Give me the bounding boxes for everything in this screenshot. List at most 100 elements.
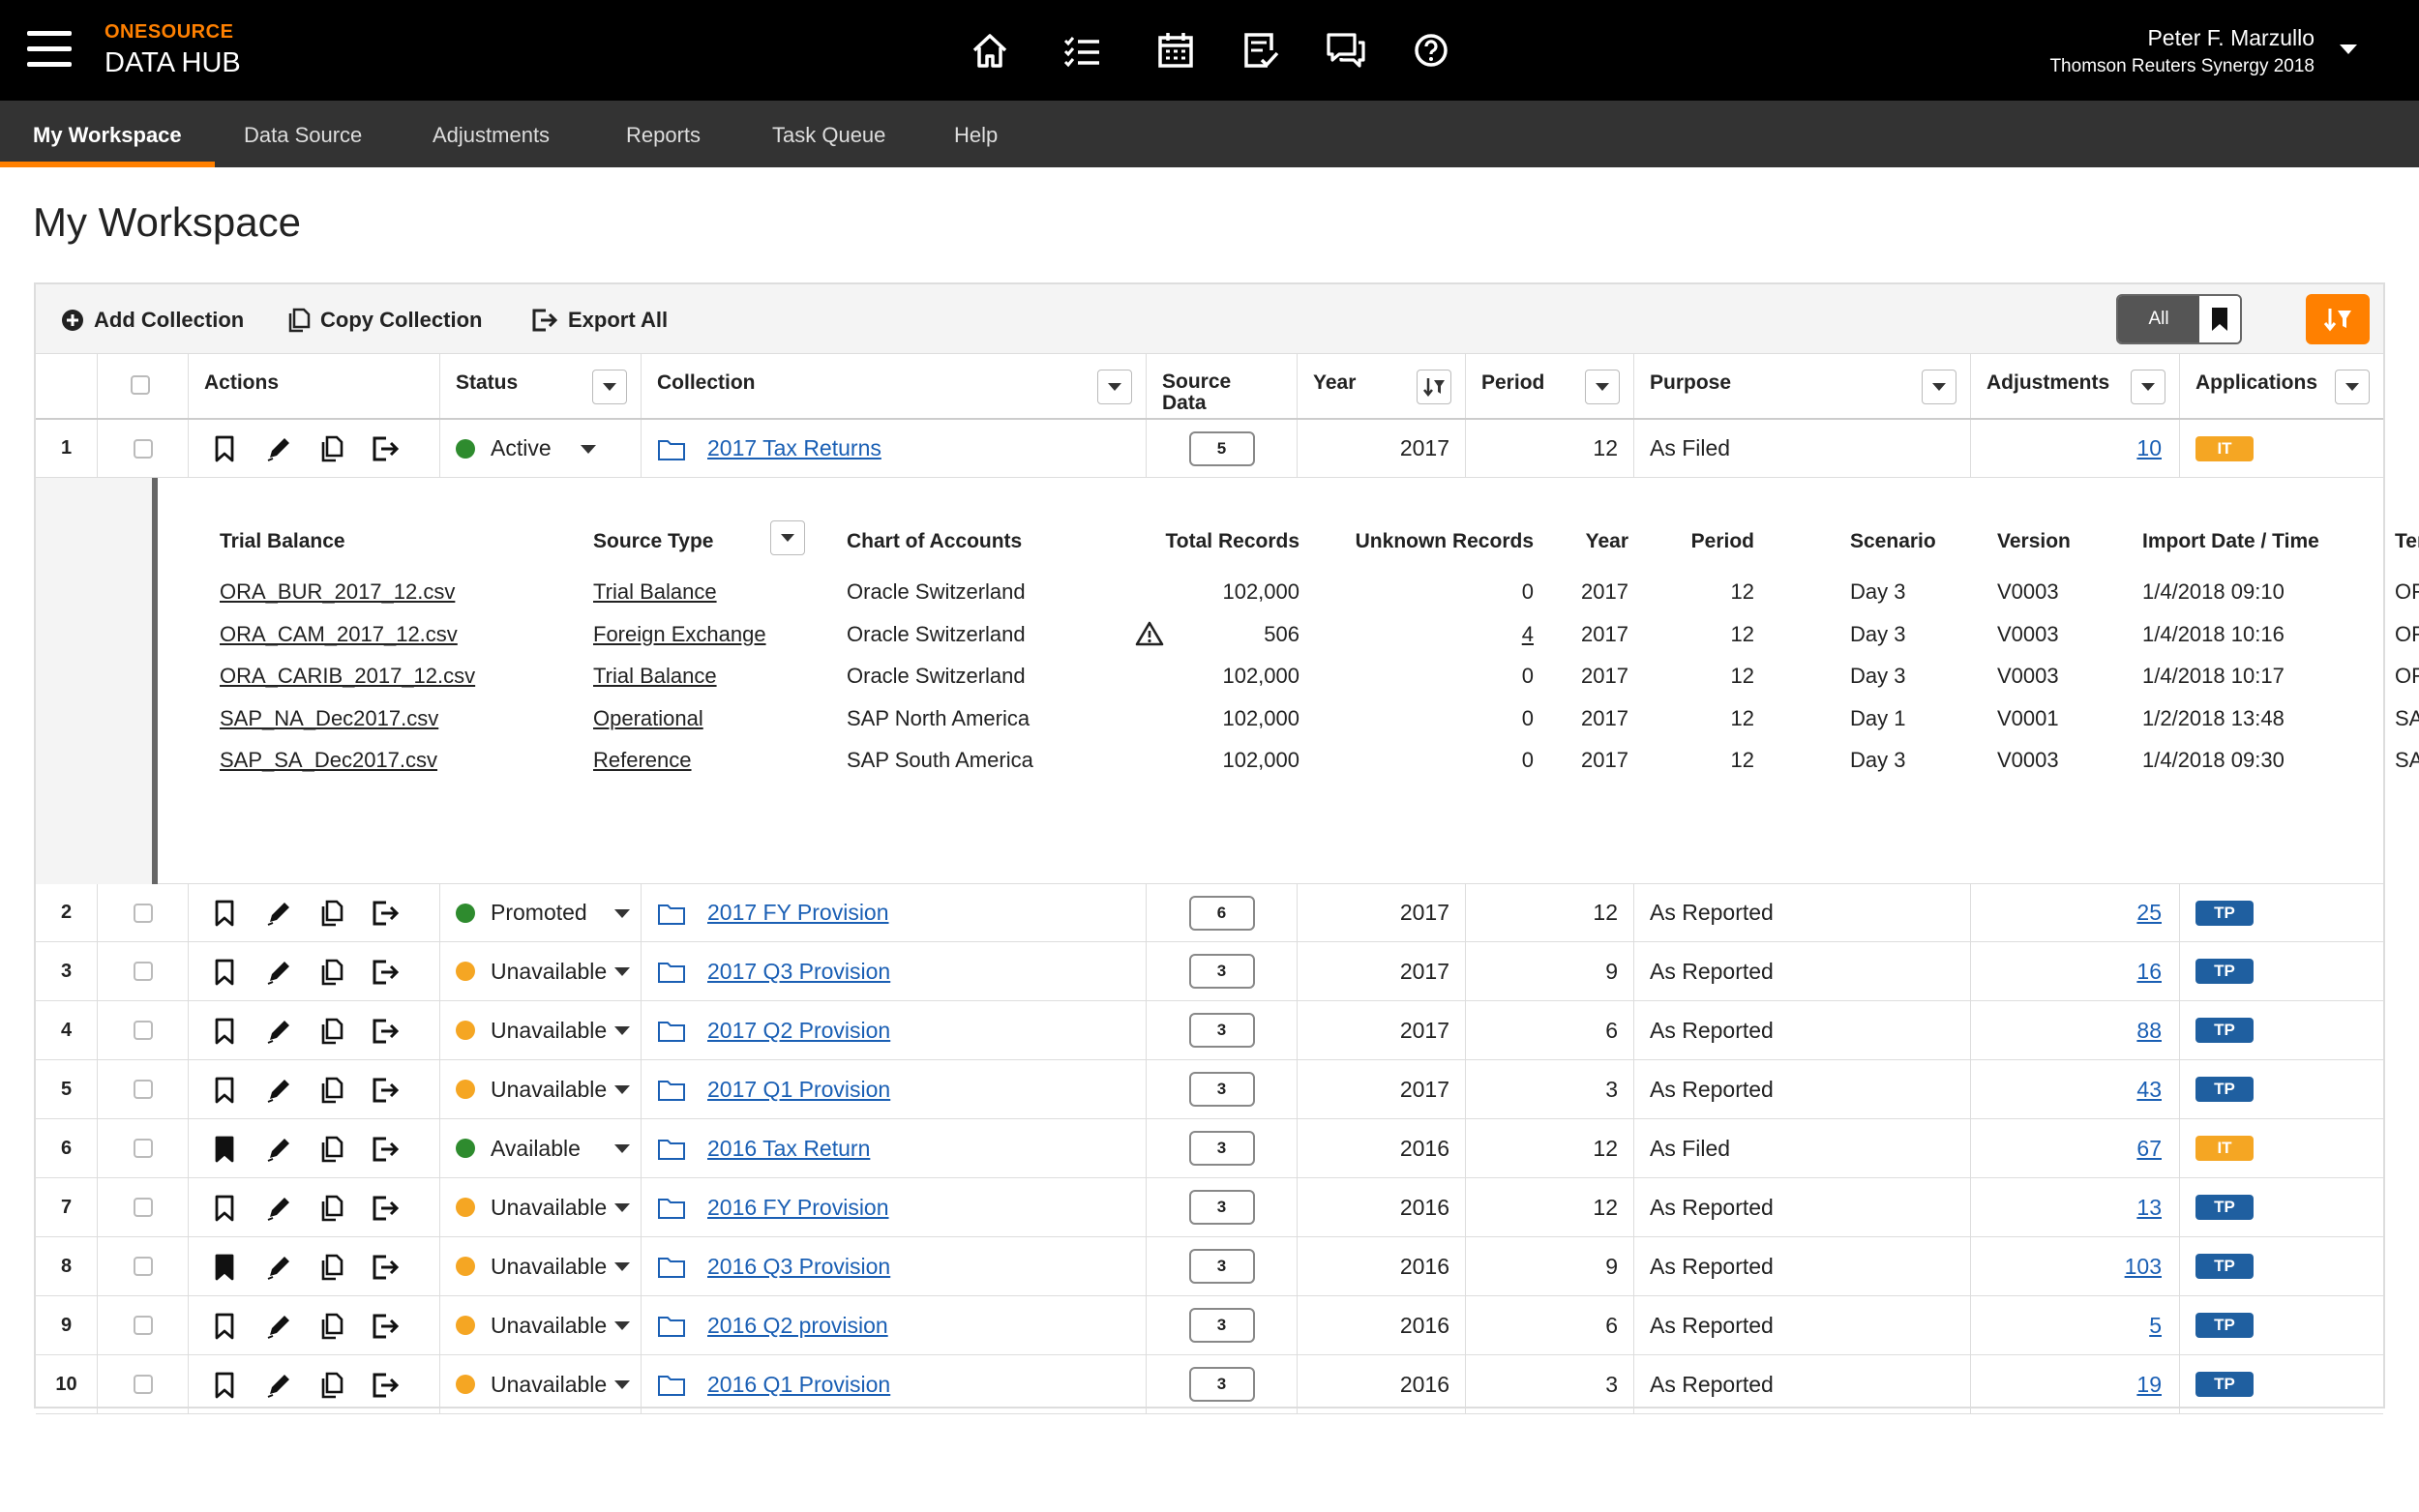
status-dropdown-caret[interactable] (581, 444, 596, 454)
source-count-badge[interactable]: 3 (1188, 1190, 1255, 1225)
copy-icon[interactable] (317, 1312, 346, 1341)
adjustments-filter-dropdown[interactable] (2131, 370, 2165, 404)
row-checkbox[interactable] (133, 1021, 153, 1040)
row-checkbox[interactable] (133, 962, 153, 981)
edit-icon[interactable] (264, 1312, 293, 1341)
status-filter-dropdown[interactable] (592, 370, 627, 404)
tab-my-workspace[interactable]: My Workspace (0, 101, 215, 167)
source-count-badge[interactable]: 3 (1188, 1308, 1255, 1343)
unknown-records-value[interactable]: 4 (1522, 622, 1534, 647)
copy-icon[interactable] (317, 1017, 346, 1046)
copy-icon[interactable] (317, 434, 346, 463)
export-icon[interactable] (371, 1135, 400, 1164)
adjustments-link[interactable]: 5 (2149, 1313, 2162, 1339)
adjustments-link[interactable]: 88 (2136, 1018, 2162, 1044)
status-dropdown-caret[interactable] (614, 1321, 630, 1330)
bookmark-icon[interactable] (210, 1194, 239, 1223)
user-info[interactable]: Peter F. Marzullo Thomson Reuters Synerg… (2049, 25, 2314, 77)
copy-icon[interactable] (317, 1135, 346, 1164)
status-dropdown-caret[interactable] (614, 1262, 630, 1271)
source-type-filter-dropdown[interactable] (770, 520, 805, 555)
collection-link[interactable]: 2017 Q3 Provision (707, 959, 890, 985)
trial-balance-file-link[interactable]: ORA_CAM_2017_12.csv (220, 622, 458, 647)
source-type-link[interactable]: Operational (593, 706, 703, 731)
status-dropdown-caret[interactable] (614, 1380, 630, 1389)
copy-icon[interactable] (317, 958, 346, 987)
source-count-badge[interactable]: 3 (1188, 1072, 1255, 1107)
edit-icon[interactable] (264, 958, 293, 987)
edit-icon[interactable] (264, 434, 293, 463)
source-type-link[interactable]: Trial Balance (593, 664, 717, 689)
export-all-button[interactable]: Export All (531, 306, 668, 335)
export-icon[interactable] (371, 1076, 400, 1105)
status-dropdown-caret[interactable] (614, 908, 630, 918)
edit-icon[interactable] (264, 1253, 293, 1282)
bookmark-icon[interactable] (210, 1076, 239, 1105)
applications-filter-dropdown[interactable] (2335, 370, 2370, 404)
adjustments-link[interactable]: 67 (2136, 1136, 2162, 1162)
collection-link[interactable]: 2017 Q1 Provision (707, 1077, 890, 1103)
bookmark-icon[interactable] (210, 1017, 239, 1046)
collection-link[interactable]: 2016 Tax Return (707, 1136, 870, 1162)
adjustments-link[interactable]: 43 (2136, 1077, 2162, 1103)
bookmark-icon[interactable] (210, 1253, 239, 1282)
source-count-badge[interactable]: 3 (1188, 1367, 1255, 1402)
export-icon[interactable] (371, 1194, 400, 1223)
tab-reports[interactable]: Reports (626, 101, 701, 167)
status-dropdown-caret[interactable] (614, 967, 630, 976)
chevron-down-icon[interactable] (2340, 44, 2357, 54)
copy-icon[interactable] (317, 1371, 346, 1400)
source-type-link[interactable]: Trial Balance (593, 579, 717, 605)
row-checkbox[interactable] (133, 1316, 153, 1335)
row-checkbox[interactable] (133, 1139, 153, 1158)
help-icon[interactable] (1409, 27, 1453, 74)
copy-icon[interactable] (317, 1194, 346, 1223)
edit-icon[interactable] (264, 1017, 293, 1046)
export-icon[interactable] (371, 899, 400, 928)
export-icon[interactable] (371, 434, 400, 463)
source-count-badge[interactable]: 3 (1188, 1249, 1255, 1284)
tab-help[interactable]: Help (954, 101, 998, 167)
year-sort-button[interactable] (1417, 370, 1451, 404)
adjustments-link[interactable]: 25 (2136, 900, 2162, 926)
collection-filter-dropdown[interactable] (1097, 370, 1132, 404)
source-count-badge[interactable]: 3 (1188, 1013, 1255, 1048)
copy-collection-button[interactable]: Copy Collection (287, 306, 482, 335)
bookmark-icon[interactable] (210, 434, 239, 463)
tab-task-queue[interactable]: Task Queue (772, 101, 885, 167)
task-list-icon[interactable] (1060, 27, 1105, 74)
tab-data-source[interactable]: Data Source (244, 101, 362, 167)
adjustments-link[interactable]: 19 (2136, 1372, 2162, 1398)
view-all-button[interactable]: All (2118, 296, 2199, 342)
add-collection-button[interactable]: Add Collection (61, 306, 244, 335)
export-icon[interactable] (371, 1253, 400, 1282)
collection-link[interactable]: 2016 Q3 Provision (707, 1254, 890, 1280)
collection-link[interactable]: 2017 Tax Returns (707, 435, 881, 461)
purpose-filter-dropdown[interactable] (1922, 370, 1956, 404)
row-checkbox[interactable] (133, 1257, 153, 1276)
view-bookmarked-button[interactable] (2199, 296, 2240, 342)
trial-balance-file-link[interactable]: SAP_SA_Dec2017.csv (220, 748, 437, 773)
bookmark-icon[interactable] (210, 1371, 239, 1400)
export-icon[interactable] (371, 958, 400, 987)
status-dropdown-caret[interactable] (614, 1203, 630, 1212)
status-dropdown-caret[interactable] (614, 1144, 630, 1153)
row-checkbox[interactable] (133, 1080, 153, 1099)
row-checkbox[interactable] (133, 1198, 153, 1217)
adjustments-link[interactable]: 103 (2125, 1254, 2162, 1280)
sort-filter-button[interactable] (2306, 294, 2370, 344)
bookmark-icon[interactable] (210, 1312, 239, 1341)
status-dropdown-caret[interactable] (614, 1085, 630, 1094)
edit-icon[interactable] (264, 1194, 293, 1223)
tab-adjustments[interactable]: Adjustments (433, 101, 550, 167)
status-dropdown-caret[interactable] (614, 1026, 630, 1035)
adjustments-link[interactable]: 16 (2136, 959, 2162, 985)
copy-icon[interactable] (317, 1253, 346, 1282)
bookmark-icon[interactable] (210, 899, 239, 928)
row-checkbox[interactable] (133, 903, 153, 923)
trial-balance-file-link[interactable]: SAP_NA_Dec2017.csv (220, 706, 438, 731)
trial-balance-file-link[interactable]: ORA_BUR_2017_12.csv (220, 579, 455, 605)
collection-link[interactable]: 2017 Q2 Provision (707, 1018, 890, 1044)
bookmark-icon[interactable] (210, 958, 239, 987)
collection-link[interactable]: 2016 FY Provision (707, 1195, 889, 1221)
